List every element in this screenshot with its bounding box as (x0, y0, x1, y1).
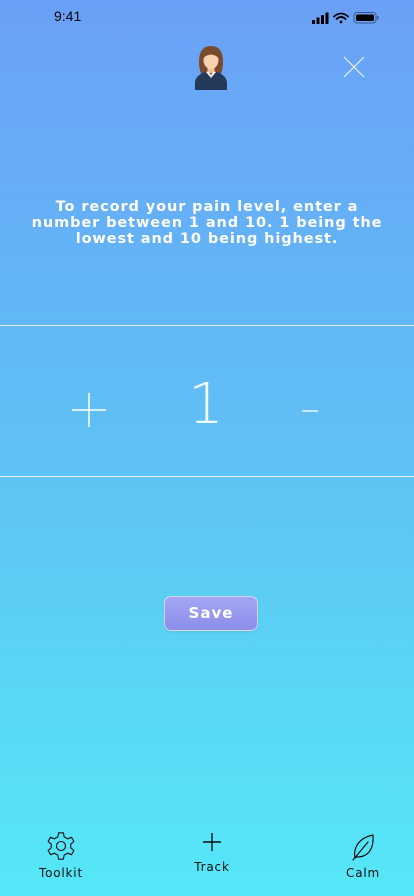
battery-icon (353, 12, 379, 24)
tab-track-label: Track (194, 860, 230, 874)
status-bar: 9:41 (0, 0, 414, 34)
tab-toolkit-label: Toolkit (39, 866, 83, 880)
tab-toolkit[interactable]: Toolkit (21, 830, 101, 880)
status-time: 9:41 (54, 8, 82, 24)
tab-calm-label: Calm (346, 866, 380, 880)
leaf-icon (352, 834, 374, 861)
wifi-icon (333, 12, 349, 24)
person-avatar-icon (195, 46, 227, 90)
tab-calm[interactable]: Calm (323, 832, 403, 880)
plus-icon (203, 833, 221, 851)
save-button[interactable]: Save (164, 596, 258, 631)
minus-icon[interactable] (300, 400, 320, 420)
gear-icon (47, 832, 75, 860)
divider-top (0, 325, 414, 326)
status-icons (312, 12, 379, 24)
divider-bottom (0, 476, 414, 477)
signal-icon (312, 12, 329, 24)
plus-icon[interactable] (71, 392, 107, 428)
tab-track[interactable]: Track (172, 830, 252, 874)
instructions-text: To record your pain level, enter a numbe… (31, 199, 383, 247)
pain-level-value[interactable]: 1 (176, 372, 236, 438)
close-icon[interactable] (342, 55, 366, 79)
